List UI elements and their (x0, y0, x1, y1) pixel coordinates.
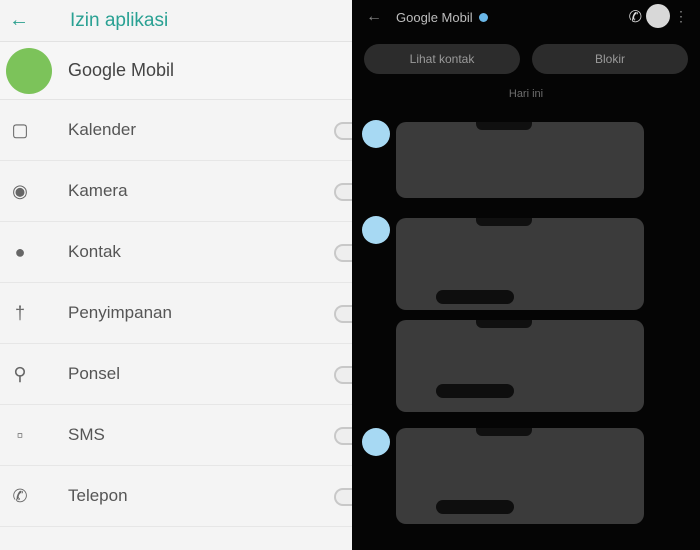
sms-icon: ▫ (16, 424, 24, 445)
permission-toggle[interactable] (334, 183, 352, 201)
more-icon[interactable]: ⋮ (674, 8, 688, 25)
arrow-left-icon[interactable]: ← (8, 9, 30, 32)
permission-toggle[interactable] (334, 366, 352, 384)
chat-panel: ← Google Mobil ✆ ⋮ Lihat kontak Blokir H… (352, 0, 700, 550)
view-contact-button[interactable]: Lihat kontak (364, 44, 520, 74)
app-row: Google Mobil (0, 42, 352, 100)
contact-name: Google Mobil (396, 9, 473, 25)
settings-panel: ← Izin aplikasi Google Mobil ▢ Kalender … (0, 0, 352, 550)
bubble-tab (476, 218, 532, 226)
chat-actions: Lihat kontak Blokir (352, 34, 700, 74)
permission-label: Kontak (68, 242, 121, 261)
verified-badge-icon (478, 12, 488, 22)
permission-label: Kalender (68, 120, 137, 139)
app-name: Google Mobil (68, 60, 175, 80)
bubble-tab (476, 320, 532, 328)
permission-row-storage[interactable]: † Penyimpanan (0, 283, 352, 344)
permission-row-telephone[interactable]: ✆ Telepon (0, 466, 352, 527)
permission-label: Telepon (68, 486, 128, 505)
permission-toggle[interactable] (334, 122, 352, 140)
permission-row-calendar[interactable]: ▢ Kalender (0, 100, 352, 161)
back-icon[interactable]: ← (366, 8, 382, 26)
permission-toggle[interactable] (334, 244, 352, 262)
message-link[interactable] (436, 290, 514, 304)
storage-icon: † (14, 302, 25, 323)
message-bubble[interactable] (396, 428, 644, 524)
page-title: Izin aplikasi (70, 9, 169, 31)
bubble-tab (476, 428, 532, 436)
permission-row-camera[interactable]: ◉ Kamera (0, 161, 352, 222)
permission-label: Penyimpanan (68, 303, 172, 322)
contacts-icon: ● (14, 241, 26, 262)
permission-label: Ponsel (68, 364, 120, 383)
app-icon (6, 47, 52, 94)
permission-row-phone[interactable]: ⚲ Ponsel (0, 344, 352, 405)
block-button[interactable]: Blokir (532, 44, 688, 74)
telephone-icon: ✆ (12, 485, 28, 506)
sender-avatar (362, 216, 390, 244)
calendar-icon: ▢ (11, 119, 29, 140)
sender-avatar (362, 428, 390, 456)
phone-icon: ⚲ (13, 363, 27, 384)
day-separator: Hari ini (508, 88, 544, 100)
permission-toggle[interactable] (334, 427, 352, 445)
settings-header: ← Izin aplikasi (0, 0, 352, 42)
message-bubble[interactable] (396, 122, 644, 198)
permission-label: SMS (68, 425, 105, 444)
permission-label: Kamera (68, 181, 128, 200)
permission-toggle[interactable] (334, 305, 352, 323)
sender-avatar (362, 120, 390, 148)
message-link[interactable] (436, 500, 514, 514)
permission-toggle[interactable] (334, 488, 352, 506)
permission-row-contacts[interactable]: ● Kontak (0, 222, 352, 283)
call-icon[interactable]: ✆ (629, 7, 642, 27)
bubble-tab (476, 122, 532, 130)
message-bubble[interactable] (396, 320, 644, 412)
message-link[interactable] (436, 384, 514, 398)
camera-icon: ◉ (12, 180, 28, 201)
avatar[interactable] (646, 4, 670, 28)
chat-header: ← Google Mobil ✆ ⋮ (352, 0, 700, 34)
message-bubble[interactable] (396, 218, 644, 310)
permission-row-sms[interactable]: ▫ SMS (0, 405, 352, 466)
